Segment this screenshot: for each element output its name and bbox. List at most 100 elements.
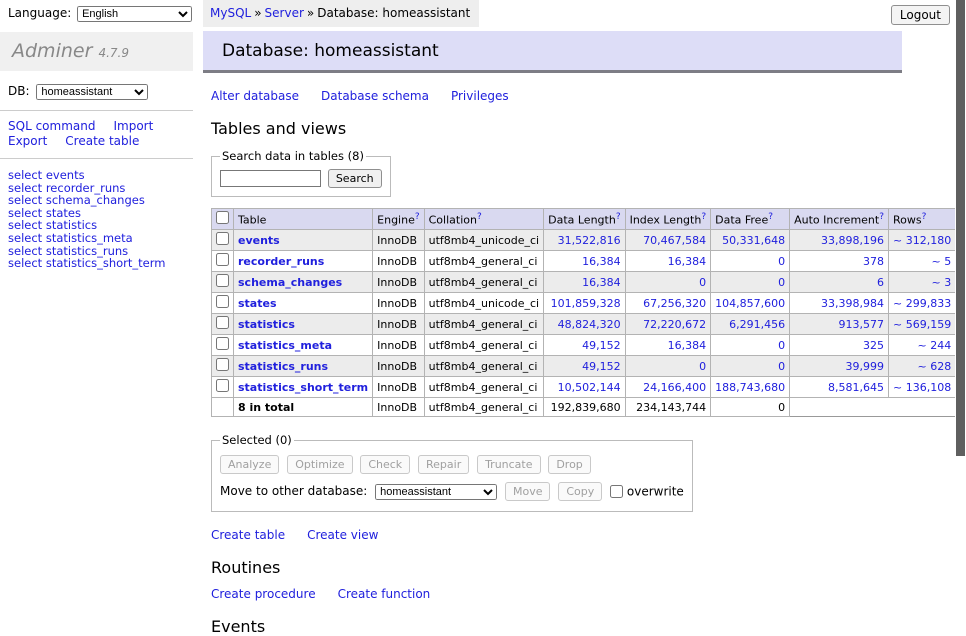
data-length-link[interactable]: 101,859,328 <box>551 297 621 310</box>
data-free-link[interactable]: 6,291,456 <box>729 318 785 331</box>
column-help-link[interactable]: ? <box>477 212 482 222</box>
auto-increment-link[interactable]: 8,581,645 <box>828 381 884 394</box>
rows-link[interactable]: ~ 312,180 <box>893 234 951 247</box>
row-checkbox[interactable] <box>216 295 229 308</box>
rows-link[interactable]: ~ 569,159 <box>893 318 951 331</box>
language-select[interactable]: English <box>77 6 192 22</box>
overwrite-label[interactable]: overwrite <box>627 485 684 499</box>
auto-increment-link[interactable]: 6 <box>877 276 884 289</box>
row-checkbox[interactable] <box>216 316 229 329</box>
table-name-link[interactable]: recorder_runs <box>238 255 324 268</box>
auto-increment-link[interactable]: 39,999 <box>846 360 885 373</box>
index-length-link[interactable]: 72,220,672 <box>643 318 706 331</box>
import-link[interactable]: Import <box>113 119 153 133</box>
table-name-link[interactable]: statistics <box>238 318 295 331</box>
data-free-link[interactable]: 188,743,680 <box>715 381 785 394</box>
table-name-link[interactable]: events <box>238 234 280 247</box>
table-operation-button[interactable]: Check <box>360 455 410 474</box>
search-button[interactable]: Search <box>328 169 382 188</box>
breadcrumb-server-link[interactable]: Server <box>265 6 304 20</box>
auto-increment-link[interactable]: 325 <box>863 339 884 352</box>
alter-database-link[interactable]: Alter database <box>211 89 299 103</box>
create-table-link-sidebar[interactable]: Create table <box>65 134 139 148</box>
collation-cell: utf8mb4_general_ci <box>424 251 543 272</box>
breadcrumb-mysql-link[interactable]: MySQL <box>210 6 251 20</box>
data-free-link[interactable]: 50,331,648 <box>722 234 785 247</box>
data-free-link[interactable]: 104,857,600 <box>715 297 785 310</box>
export-link[interactable]: Export <box>8 134 47 148</box>
table-row: statistics InnoDB utf8mb4_general_ci 48,… <box>212 314 966 335</box>
column-help-link[interactable]: ? <box>768 212 773 222</box>
create-function-link[interactable]: Create function <box>338 587 431 601</box>
table-name-link[interactable]: statistics_meta <box>238 339 332 352</box>
data-free-link[interactable]: 0 <box>778 360 785 373</box>
auto-increment-link[interactable]: 378 <box>863 255 884 268</box>
index-length-link[interactable]: 16,384 <box>668 339 707 352</box>
rows-link[interactable]: ~ 628 <box>917 360 951 373</box>
create-view-link[interactable]: Create view <box>307 528 378 542</box>
column-help-link[interactable]: ? <box>922 212 927 222</box>
table-name-link[interactable]: statistics_runs <box>238 360 328 373</box>
scrollbar-thumb[interactable] <box>956 0 965 456</box>
copy-button[interactable]: Copy <box>558 482 602 501</box>
table-operation-button[interactable]: Repair <box>418 455 469 474</box>
auto-increment-link[interactable]: 913,577 <box>839 318 885 331</box>
row-checkbox[interactable] <box>216 232 229 245</box>
data-length-link[interactable]: 49,152 <box>582 360 621 373</box>
move-database-select[interactable]: homeassistant <box>375 484 497 500</box>
row-checkbox[interactable] <box>216 337 229 350</box>
logout-button[interactable]: Logout <box>891 5 950 25</box>
column-help-link[interactable]: ? <box>415 212 420 222</box>
move-button[interactable]: Move <box>505 482 551 501</box>
index-length-link[interactable]: 67,256,320 <box>643 297 706 310</box>
row-checkbox[interactable] <box>216 253 229 266</box>
data-length-link[interactable]: 48,824,320 <box>558 318 621 331</box>
create-procedure-link[interactable]: Create procedure <box>211 587 316 601</box>
index-length-link[interactable]: 70,467,584 <box>643 234 706 247</box>
adminer-version[interactable]: 4.7.9 <box>98 46 129 60</box>
scrollbar[interactable] <box>955 0 966 543</box>
index-length-link[interactable]: 0 <box>699 276 706 289</box>
rows-link[interactable]: ~ 299,833 <box>893 297 951 310</box>
rows-link[interactable]: ~ 136,108 <box>893 381 951 394</box>
data-length-link[interactable]: 31,522,816 <box>558 234 621 247</box>
data-length-link[interactable]: 10,502,144 <box>558 381 621 394</box>
column-help-link[interactable]: ? <box>701 212 706 222</box>
sql-command-link[interactable]: SQL command <box>8 119 95 133</box>
select-all-checkbox[interactable] <box>216 211 229 224</box>
privileges-link[interactable]: Privileges <box>451 89 509 103</box>
sidebar-table-link[interactable]: select statistics_short_term <box>8 256 165 270</box>
search-input[interactable] <box>220 170 321 187</box>
data-length-link[interactable]: 49,152 <box>582 339 621 352</box>
row-checkbox[interactable] <box>216 379 229 392</box>
row-checkbox[interactable] <box>216 358 229 371</box>
auto-increment-link[interactable]: 33,898,196 <box>821 234 884 247</box>
data-length-link[interactable]: 16,384 <box>582 276 621 289</box>
data-free-link[interactable]: 0 <box>778 255 785 268</box>
create-table-link[interactable]: Create table <box>211 528 285 542</box>
index-length-link[interactable]: 16,384 <box>668 255 707 268</box>
row-checkbox[interactable] <box>216 274 229 287</box>
table-operation-button[interactable]: Drop <box>548 455 590 474</box>
data-free-link[interactable]: 0 <box>778 276 785 289</box>
rows-link[interactable]: ~ 5 <box>931 255 951 268</box>
database-schema-link[interactable]: Database schema <box>321 89 429 103</box>
auto-increment-link[interactable]: 33,398,984 <box>821 297 884 310</box>
table-name-link[interactable]: schema_changes <box>238 276 342 289</box>
table-operation-button[interactable]: Analyze <box>220 455 279 474</box>
table-operation-button[interactable]: Optimize <box>287 455 352 474</box>
overwrite-checkbox[interactable] <box>610 485 623 498</box>
table-operation-button[interactable]: Truncate <box>477 455 540 474</box>
data-length-link[interactable]: 16,384 <box>582 255 621 268</box>
db-select[interactable]: homeassistant <box>36 84 148 100</box>
index-length-link[interactable]: 0 <box>699 360 706 373</box>
data-free-link[interactable]: 0 <box>778 339 785 352</box>
rows-link[interactable]: ~ 244 <box>917 339 951 352</box>
column-help-link[interactable]: ? <box>616 212 621 222</box>
table-name-link[interactable]: states <box>238 297 277 310</box>
column-header: Engine? <box>373 209 424 230</box>
table-name-link[interactable]: statistics_short_term <box>238 381 368 394</box>
column-help-link[interactable]: ? <box>879 212 884 222</box>
index-length-link[interactable]: 24,166,400 <box>643 381 706 394</box>
rows-link[interactable]: ~ 3 <box>931 276 951 289</box>
